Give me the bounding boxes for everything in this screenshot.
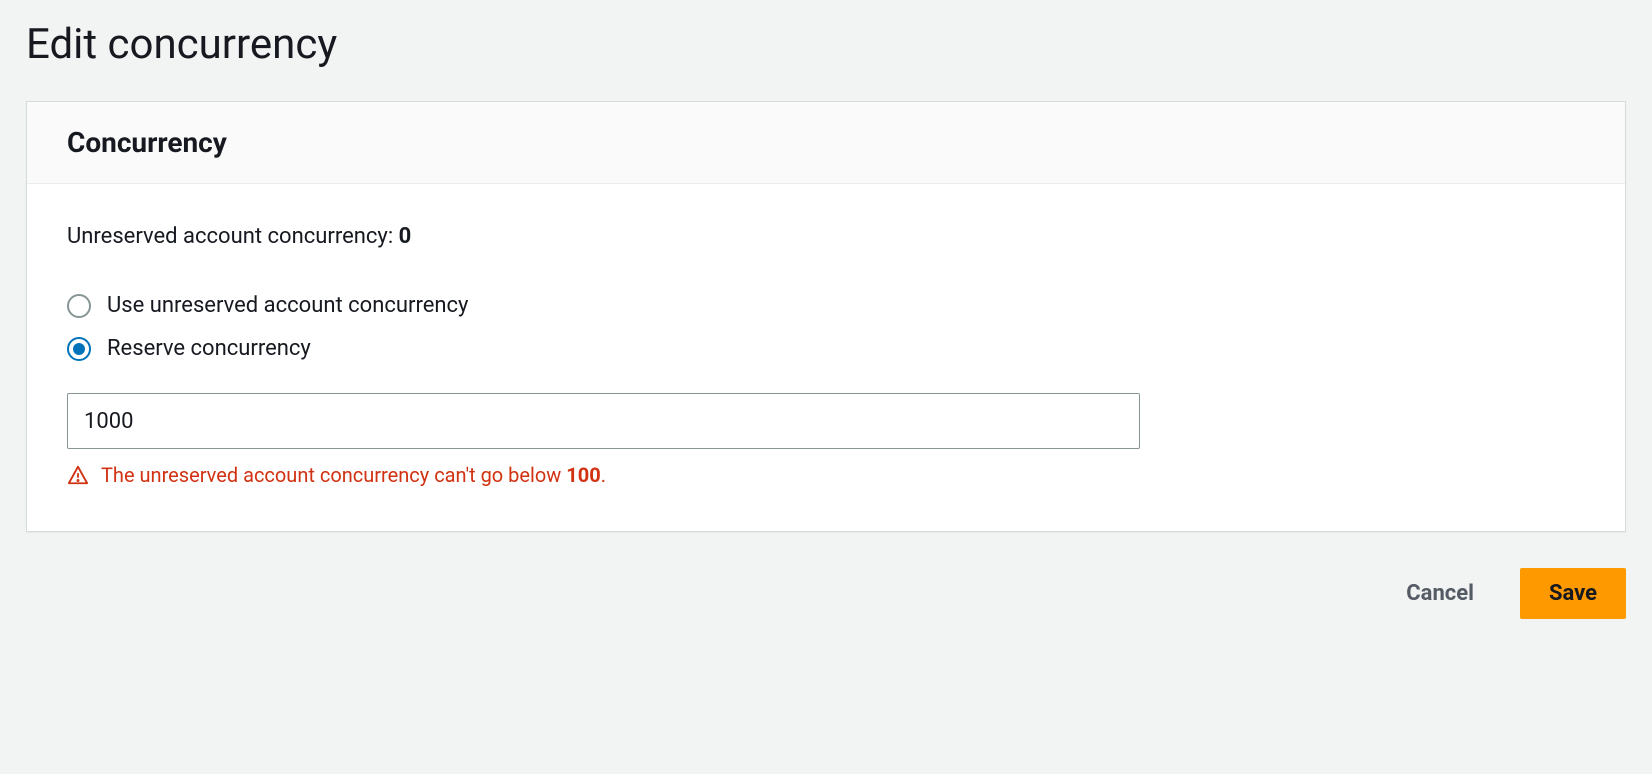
cancel-button[interactable]: Cancel (1378, 568, 1502, 619)
radio-icon (67, 294, 91, 318)
error-prefix: The unreserved account concurrency can't… (101, 463, 566, 487)
error-suffix: . (601, 463, 606, 487)
radio-use-unreserved-label: Use unreserved account concurrency (107, 293, 468, 318)
radio-reserve[interactable]: Reserve concurrency (67, 336, 1585, 361)
error-text: The unreserved account concurrency can't… (101, 463, 606, 487)
reserve-concurrency-input[interactable] (67, 393, 1140, 449)
concurrency-panel: Concurrency Unreserved account concurren… (26, 101, 1626, 532)
radio-icon (67, 337, 91, 361)
page-title: Edit concurrency (26, 20, 1626, 69)
concurrency-radio-group: Use unreserved account concurrency Reser… (67, 293, 1585, 361)
save-button[interactable]: Save (1520, 568, 1626, 619)
radio-use-unreserved[interactable]: Use unreserved account concurrency (67, 293, 1585, 318)
panel-body: Unreserved account concurrency: 0 Use un… (27, 184, 1625, 531)
error-message: The unreserved account concurrency can't… (67, 463, 1585, 487)
unreserved-value: 0 (399, 224, 412, 249)
error-value: 100 (566, 463, 600, 487)
radio-reserve-label: Reserve concurrency (107, 336, 311, 361)
panel-header: Concurrency (27, 102, 1625, 184)
warning-icon (67, 464, 89, 486)
unreserved-label: Unreserved account concurrency: (67, 224, 399, 249)
footer-actions: Cancel Save (26, 568, 1626, 619)
panel-header-title: Concurrency (67, 126, 1585, 159)
unreserved-info: Unreserved account concurrency: 0 (67, 224, 1585, 249)
